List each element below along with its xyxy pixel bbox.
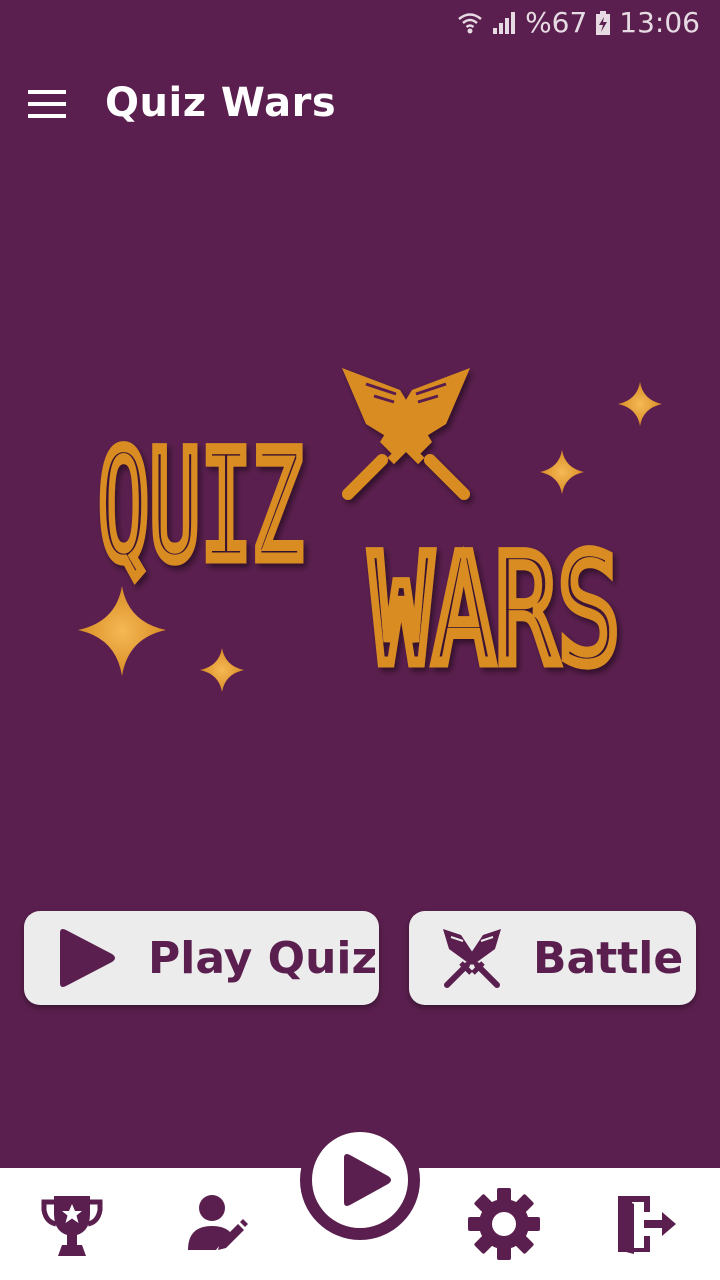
trophy-icon [40,1196,104,1262]
logo-word-wars: WARS [370,524,620,698]
play-icon [338,1152,394,1212]
app-bar: Quiz Wars [0,60,720,152]
quiz-wars-logo: QUIZ WARS [70,350,670,710]
battle-label: Battle [533,933,684,984]
edit-profile-icon [186,1195,250,1260]
battery-percentage: %67 [525,6,588,39]
clock-time: 13:06 [619,6,700,39]
app-title: Quiz Wars [105,80,337,126]
battle-button[interactable]: Battle [409,911,696,1005]
nav-item-profile[interactable] [186,1192,250,1260]
crossed-swords-icon [342,368,470,500]
wifi-icon [457,10,483,36]
logout-icon [614,1196,680,1260]
nav-item-leaderboard[interactable] [40,1192,104,1262]
play-quiz-label: Play Quiz [148,933,378,984]
nav-item-logout[interactable] [614,1192,680,1260]
cellular-signal-icon [491,10,517,36]
logo-word-quiz: QUIZ [98,420,303,594]
crossed-swords-icon [439,925,505,995]
nav-item-play[interactable] [300,1120,420,1240]
nav-item-settings[interactable] [466,1186,542,1266]
fab-inner [312,1132,408,1228]
gear-icon [466,1188,542,1266]
battery-charging-icon [595,10,611,36]
status-bar: %67 13:06 [0,0,720,50]
status-icons: %67 13:06 [457,6,700,39]
play-icon [54,925,120,995]
play-quiz-button[interactable]: Play Quiz [24,911,379,1005]
hamburger-menu-icon[interactable] [26,86,68,122]
